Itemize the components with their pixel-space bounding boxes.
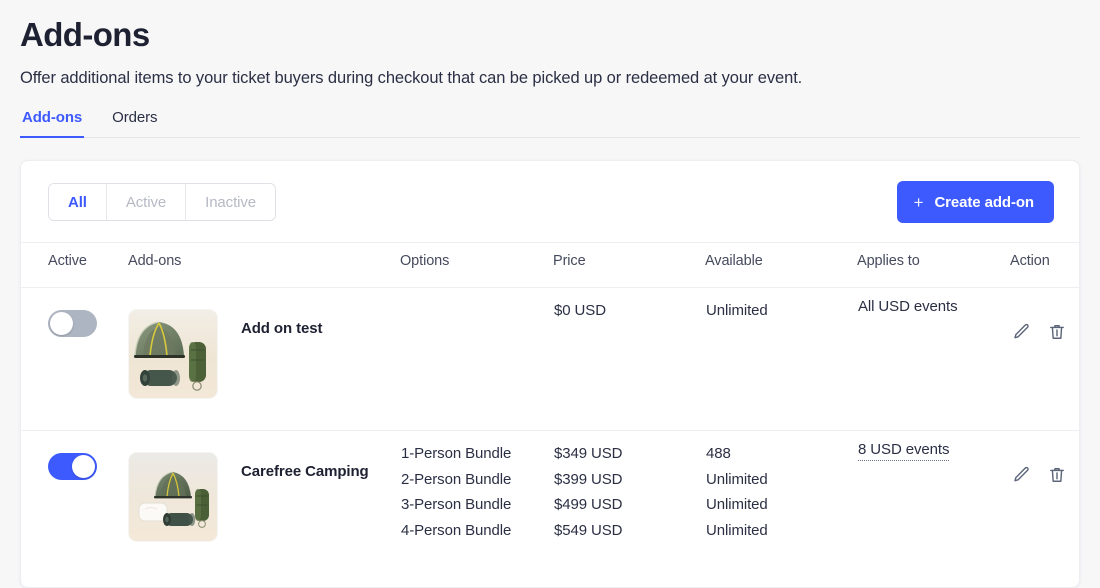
price-value: $499 USD: [554, 496, 623, 513]
page-header: Add-ons Offer additional items to your t…: [0, 0, 1100, 138]
active-toggle[interactable]: [48, 453, 97, 480]
table-header-row: Active Add-ons Options Price Available A…: [21, 242, 1079, 288]
option-value: 2-Person Bundle: [401, 470, 512, 488]
table-body: Add on test $0 USD Unlimited All USD eve…: [21, 288, 1079, 588]
column-header-action: Action: [1010, 242, 1079, 288]
camping-gear-wide-photo: [129, 453, 217, 541]
addons-table: Active Add-ons Options Price Available A…: [21, 242, 1079, 588]
addon-thumbnail: [129, 453, 217, 541]
tab-orders-label: Orders: [112, 109, 158, 126]
create-add-on-label: Create add-on: [934, 193, 1034, 211]
table-row: Carefree Camping 1-Person Bundle 2-Perso…: [21, 431, 1079, 588]
price-value: $549 USD: [554, 521, 623, 539]
addon-thumbnail: [129, 310, 217, 398]
options-list: 1-Person Bundle 2-Person Bundle 3-Person…: [401, 441, 552, 543]
cell-applies-to: 8 USD events: [857, 431, 1010, 588]
cell-action: [1010, 431, 1079, 588]
applies-to-value[interactable]: 8 USD events: [858, 441, 949, 461]
filter-inactive-label: Inactive: [205, 193, 257, 211]
available-value: Unlimited: [706, 470, 768, 488]
tab-add-ons-label: Add-ons: [22, 109, 83, 126]
pencil-icon[interactable]: [1011, 322, 1031, 342]
applies-to-value: All USD events: [858, 298, 958, 315]
addon-name: Carefree Camping: [241, 463, 369, 480]
cell-available: Unlimited: [705, 288, 857, 431]
column-header-options: Options: [400, 242, 553, 288]
status-filter-group: All Active Inactive: [48, 183, 277, 221]
page-title: Add-ons: [20, 16, 150, 53]
cell-active: [21, 288, 128, 431]
price-value: $399 USD: [554, 470, 623, 488]
cell-applies-to: All USD events: [857, 288, 1010, 431]
tab-bar: Add-ons Orders: [20, 109, 1080, 138]
column-header-available: Available: [705, 242, 857, 288]
cell-action: [1010, 288, 1079, 431]
available-list: 488 Unlimited Unlimited Unlimited: [706, 441, 856, 543]
addon-name: Add on test: [241, 320, 323, 337]
price-list: $0 USD: [554, 298, 704, 324]
option-value: 4-Person Bundle: [401, 521, 512, 539]
plus-icon: +: [913, 192, 924, 212]
active-toggle[interactable]: [48, 310, 97, 337]
toggle-knob: [72, 455, 95, 478]
available-value: Unlimited: [706, 521, 768, 539]
card-toolbar: All Active Inactive + Create add-on: [21, 161, 1079, 242]
filter-all-button[interactable]: All: [49, 184, 107, 220]
cell-options: 1-Person Bundle 2-Person Bundle 3-Person…: [400, 431, 553, 588]
cell-options: [400, 288, 553, 431]
table-header: Active Add-ons Options Price Available A…: [21, 242, 1079, 288]
column-header-price: Price: [553, 242, 705, 288]
column-header-addons: Add-ons: [128, 242, 400, 288]
cell-price: $0 USD: [553, 288, 705, 431]
available-value: 488: [706, 445, 731, 462]
cell-available: 488 Unlimited Unlimited Unlimited: [705, 431, 857, 588]
create-add-on-button[interactable]: + Create add-on: [896, 181, 1054, 223]
available-list: Unlimited: [706, 298, 856, 324]
addons-card: All Active Inactive + Create add-on Acti…: [20, 160, 1080, 588]
tab-add-ons[interactable]: Add-ons: [20, 109, 85, 138]
cell-price: $349 USD $399 USD $499 USD $549 USD: [553, 431, 705, 588]
option-value: 3-Person Bundle: [401, 496, 512, 513]
trash-icon[interactable]: [1047, 465, 1067, 485]
price-value: $0 USD: [554, 302, 606, 319]
table-row: Add on test $0 USD Unlimited All USD eve…: [21, 288, 1079, 431]
cell-addon: Carefree Camping: [128, 431, 400, 588]
trash-icon[interactable]: [1047, 322, 1067, 342]
tab-orders[interactable]: Orders: [110, 109, 159, 137]
column-header-active: Active: [21, 242, 128, 288]
filter-inactive-button[interactable]: Inactive: [186, 184, 276, 220]
page-subtitle: Offer additional items to your ticket bu…: [20, 69, 803, 87]
filter-active-button[interactable]: Active: [106, 184, 187, 220]
filter-active-label: Active: [125, 193, 167, 211]
cell-addon: Add on test: [128, 288, 400, 431]
toggle-knob: [50, 312, 73, 335]
pencil-icon[interactable]: [1011, 465, 1031, 485]
available-value: Unlimited: [706, 302, 768, 319]
camping-gear-photo: [129, 310, 217, 398]
price-list: $349 USD $399 USD $499 USD $549 USD: [554, 441, 704, 543]
column-header-applies-to: Applies to: [857, 242, 1010, 288]
cell-active: [21, 431, 128, 588]
option-value: 1-Person Bundle: [401, 445, 512, 462]
price-value: $349 USD: [554, 445, 623, 462]
filter-all-label: All: [68, 193, 87, 211]
available-value: Unlimited: [706, 496, 768, 513]
